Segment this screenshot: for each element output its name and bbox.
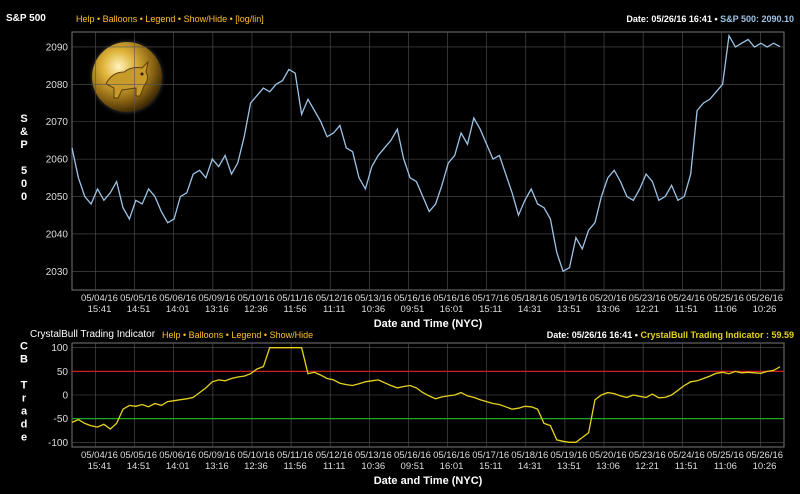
x-tick-time: 13:06 xyxy=(596,461,620,472)
y-tick-label: 100 xyxy=(51,343,68,354)
y-tick-label: 2030 xyxy=(46,267,69,278)
x-tick-date: 05/19/16 xyxy=(550,293,587,304)
y-tick-label: 2040 xyxy=(46,229,69,240)
x-tick-date: 05/06/16 xyxy=(159,293,196,304)
x-tick-time: 15:41 xyxy=(88,304,112,315)
x-tick-time: 14:01 xyxy=(166,304,190,315)
x-tick-date: 05/10/16 xyxy=(237,450,274,461)
x-tick-time: 11:11 xyxy=(323,461,345,472)
x-tick-date: 05/24/16 xyxy=(668,293,705,304)
y-tick-label: 2050 xyxy=(46,192,69,203)
x-tick-time: 14:51 xyxy=(127,461,151,472)
x-tick-date: 05/23/16 xyxy=(629,450,666,461)
x-tick-date: 05/04/16 xyxy=(81,450,118,461)
y-axis-label: CBTrade xyxy=(20,341,28,444)
y-axis-label: S & P 5 0 0 xyxy=(20,113,28,203)
x-tick-date: 05/13/16 xyxy=(355,293,392,304)
x-tick-date: 05/23/16 xyxy=(629,293,666,304)
x-tick-time: 13:16 xyxy=(205,461,229,472)
x-tick-date: 05/06/16 xyxy=(159,450,196,461)
series-line xyxy=(71,33,781,273)
x-tick-time: 11:56 xyxy=(284,461,307,472)
x-tick-time: 10:36 xyxy=(361,304,385,315)
x-tick-time: 11:51 xyxy=(675,461,698,472)
x-tick-date: 05/11/16 xyxy=(277,293,313,304)
x-tick-date: 05/20/16 xyxy=(590,293,627,304)
y-tick-label: -50 xyxy=(54,414,69,425)
x-tick-date: 05/04/16 xyxy=(81,293,118,304)
y-tick-label: 2070 xyxy=(46,117,69,128)
x-tick-time: 11:51 xyxy=(675,304,698,315)
x-axis-label: Date and Time (NYC) xyxy=(374,318,483,330)
y-tick-label: 0 xyxy=(62,391,68,402)
x-tick-date: 05/13/16 xyxy=(355,450,392,461)
x-tick-time: 13:06 xyxy=(596,304,620,315)
x-tick-date: 05/17/16 xyxy=(472,293,509,304)
x-tick-date: 05/19/16 xyxy=(550,450,587,461)
x-tick-date: 05/16/16 xyxy=(394,293,431,304)
x-tick-time: 10:26 xyxy=(753,461,777,472)
x-tick-time: 09:51 xyxy=(401,461,425,472)
x-tick-time: 14:51 xyxy=(127,304,151,315)
x-tick-date: 05/05/16 xyxy=(120,450,157,461)
x-tick-time: 14:31 xyxy=(518,461,542,472)
x-tick-time: 13:16 xyxy=(205,304,229,315)
x-tick-date: 05/16/16 xyxy=(394,450,431,461)
x-tick-time: 13:51 xyxy=(557,461,581,472)
x-tick-time: 12:36 xyxy=(244,304,268,315)
x-tick-time: 10:36 xyxy=(361,461,385,472)
x-tick-time: 12:36 xyxy=(244,461,268,472)
x-tick-date: 05/12/16 xyxy=(316,293,353,304)
x-tick-date: 05/16/16 xyxy=(433,293,470,304)
x-tick-time: 11:06 xyxy=(714,304,737,315)
x-tick-time: 16:01 xyxy=(440,304,464,315)
y-tick-label: 50 xyxy=(57,367,69,378)
x-tick-time: 14:01 xyxy=(166,461,190,472)
plot-frame xyxy=(71,31,785,291)
x-tick-date: 05/12/16 xyxy=(316,450,353,461)
x-tick-time: 11:06 xyxy=(714,461,737,472)
x-tick-time: 13:51 xyxy=(557,304,581,315)
x-tick-date: 05/25/16 xyxy=(707,450,744,461)
x-tick-date: 05/18/16 xyxy=(511,450,548,461)
x-tick-date: 05/11/16 xyxy=(277,450,313,461)
x-tick-time: 15:41 xyxy=(88,461,112,472)
x-tick-time: 09:51 xyxy=(401,304,425,315)
x-tick-date: 05/05/16 xyxy=(120,293,157,304)
x-tick-date: 05/26/16 xyxy=(746,450,783,461)
sp500-chart[interactable]: 2030 2040 2050 2060 2070 2080 2090 05/04/1615:4… xyxy=(20,31,785,330)
x-tick-time: 11:56 xyxy=(284,304,307,315)
y-tick-label: 2090 xyxy=(46,42,69,53)
x-tick-date: 05/16/16 xyxy=(433,450,470,461)
crystalbull-indicator-chart[interactable]: -100 -50 0 50 100 05/04/1615:41 05/05/1614:51 0… xyxy=(20,341,785,488)
x-tick-time: 15:11 xyxy=(479,304,502,315)
x-tick-date: 05/09/16 xyxy=(198,450,235,461)
x-tick-time: 15:11 xyxy=(479,461,502,472)
x-tick-date: 05/25/16 xyxy=(707,293,744,304)
x-tick-time: 16:01 xyxy=(440,461,464,472)
x-tick-time: 11:11 xyxy=(323,304,345,315)
x-tick-time: 12:21 xyxy=(635,304,659,315)
x-tick-date: 05/26/16 xyxy=(746,293,783,304)
x-tick-date: 05/20/16 xyxy=(590,450,627,461)
x-tick-date: 05/18/16 xyxy=(511,293,548,304)
y-tick-label: 2060 xyxy=(46,155,69,166)
x-axis-label: Date and Time (NYC) xyxy=(374,475,483,487)
charts-canvas: 203020402050206020702080209005/04/1615:4… xyxy=(20,31,785,488)
x-tick-date: 05/09/16 xyxy=(198,293,235,304)
x-tick-time: 10:26 xyxy=(753,304,777,315)
x-tick-time: 14:31 xyxy=(518,304,542,315)
x-tick-time: 12:21 xyxy=(635,461,659,472)
x-tick-date: 05/24/16 xyxy=(668,450,705,461)
x-tick-date: 05/10/16 xyxy=(237,293,274,304)
y-tick-label: 2080 xyxy=(46,80,69,91)
x-tick-date: 05/17/16 xyxy=(472,450,509,461)
y-tick-label: -100 xyxy=(48,438,68,449)
